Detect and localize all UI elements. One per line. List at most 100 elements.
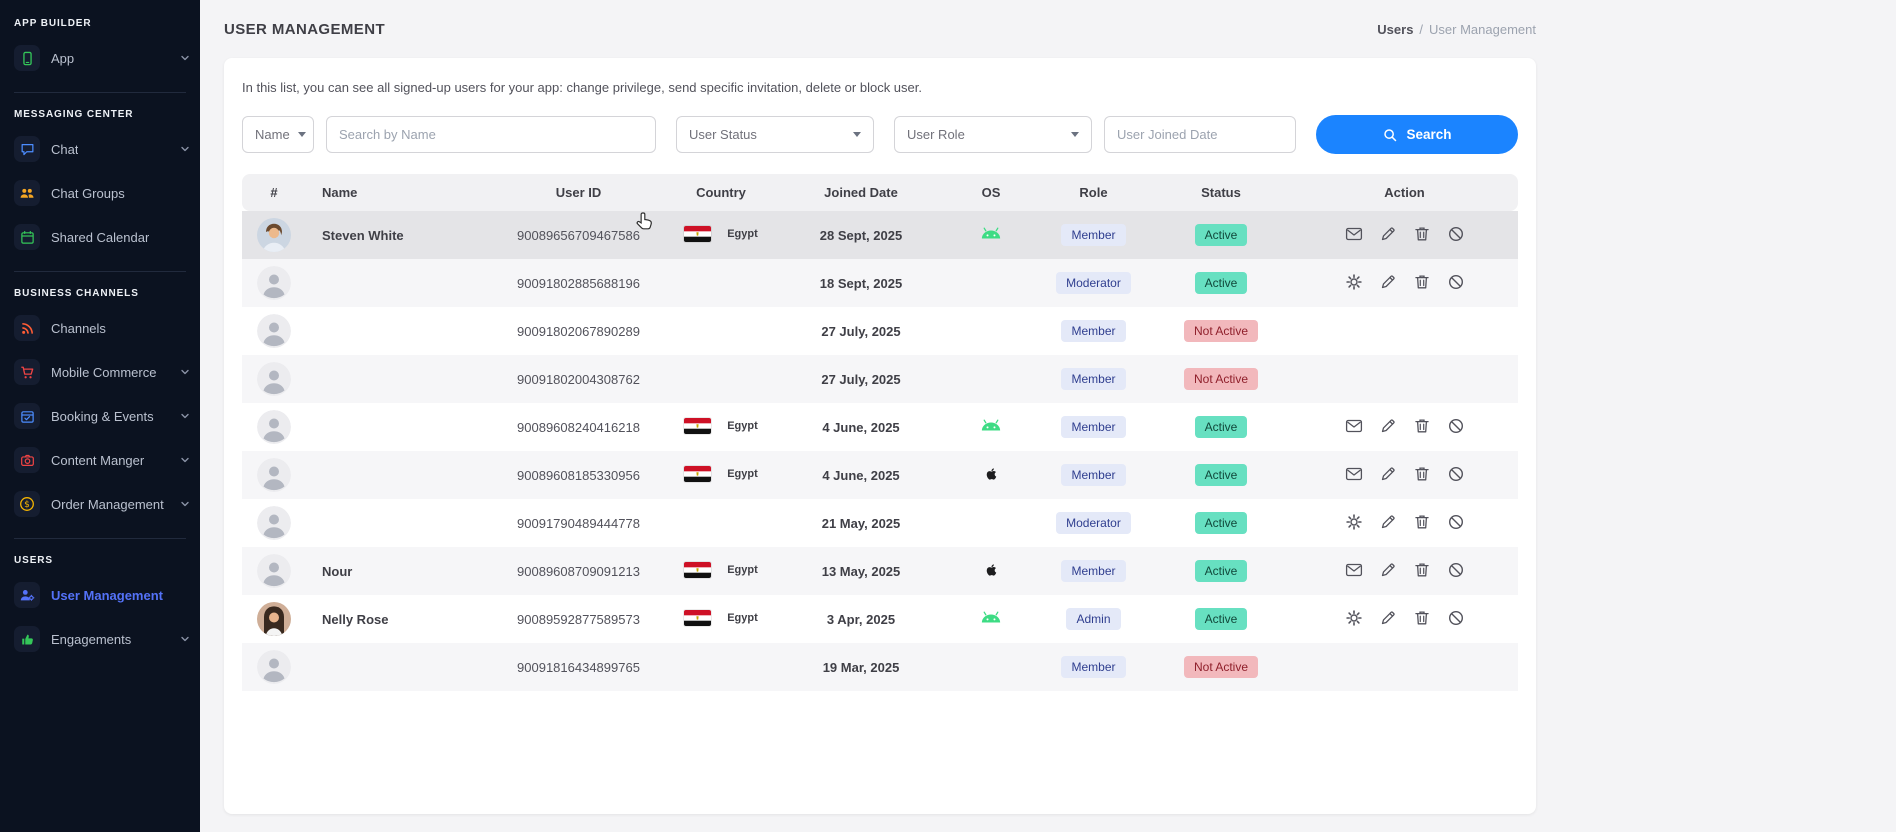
sidebar-item-chat-groups[interactable]: Chat Groups	[0, 171, 200, 215]
name-filter-select[interactable]: Name	[242, 116, 314, 153]
settings-button[interactable]	[1345, 609, 1363, 627]
block-button[interactable]	[1447, 609, 1465, 627]
block-button[interactable]	[1447, 561, 1465, 579]
sidebar-item-user-management[interactable]: User Management	[0, 573, 200, 617]
trash-button[interactable]	[1413, 225, 1431, 243]
users-icon	[14, 180, 40, 206]
main-content: USER MANAGEMENT Users/User Management In…	[200, 0, 1896, 832]
sidebar-item-mobile-commerce[interactable]: Mobile Commerce	[0, 350, 200, 394]
trash-button[interactable]	[1413, 513, 1431, 531]
table-row[interactable]: 9009180200430876227 July, 2025MemberNot …	[242, 355, 1518, 403]
sidebar: APP BUILDERAppMESSAGING CENTERChatChat G…	[0, 0, 200, 832]
chevron-down-icon	[180, 144, 190, 154]
sidebar-item-chat[interactable]: Chat	[0, 127, 200, 171]
table-row[interactable]: Nelly Rose90089592877589573Egypt3 Apr, 2…	[242, 595, 1518, 643]
search-button[interactable]: Search	[1316, 115, 1518, 154]
table-row[interactable]: 9009181643489976519 Mar, 2025MemberNot A…	[242, 643, 1518, 691]
sidebar-divider	[14, 271, 186, 272]
breadcrumb-current: User Management	[1429, 22, 1536, 37]
column-header-status: Status	[1151, 174, 1291, 211]
sidebar-item-label: Shared Calendar	[51, 230, 149, 245]
user-joined-date-input[interactable]	[1104, 116, 1296, 153]
sidebar-item-app[interactable]: App	[0, 36, 200, 80]
edit-button[interactable]	[1379, 417, 1397, 435]
sidebar-item-booking-events[interactable]: Booking & Events	[0, 394, 200, 438]
sidebar-item-label: Content Manger	[51, 453, 144, 468]
block-button[interactable]	[1447, 513, 1465, 531]
mail-button[interactable]	[1345, 417, 1363, 435]
role-badge: Moderator	[1056, 272, 1131, 294]
edit-button[interactable]	[1379, 465, 1397, 483]
sidebar-item-order-management[interactable]: $Order Management	[0, 482, 200, 526]
male-photo-avatar	[257, 218, 291, 252]
user-name	[306, 355, 491, 403]
edit-button[interactable]	[1379, 609, 1397, 627]
row-actions	[1345, 513, 1465, 531]
settings-button[interactable]	[1345, 513, 1363, 531]
mail-button[interactable]	[1345, 225, 1363, 243]
chevron-down-icon	[180, 634, 190, 644]
edit-button[interactable]	[1379, 273, 1397, 291]
chevron-down-icon	[180, 455, 190, 465]
placeholder-avatar	[257, 554, 291, 588]
trash-button[interactable]	[1413, 273, 1431, 291]
breadcrumb-users[interactable]: Users	[1377, 22, 1413, 37]
block-button[interactable]	[1447, 273, 1465, 291]
trash-button[interactable]	[1413, 561, 1431, 579]
user-id: 90091802885688196	[491, 259, 666, 307]
user-name	[306, 499, 491, 547]
row-actions	[1345, 561, 1465, 579]
svg-text:$: $	[24, 500, 30, 510]
trash-button[interactable]	[1413, 465, 1431, 483]
sidebar-item-label: User Management	[51, 588, 163, 603]
card-description: In this list, you can see all signed-up …	[242, 80, 1518, 95]
user-id: 90091802067890289	[491, 307, 666, 355]
status-badge: Active	[1195, 224, 1248, 246]
sidebar-item-channels[interactable]: Channels	[0, 306, 200, 350]
edit-button[interactable]	[1379, 561, 1397, 579]
mail-button[interactable]	[1345, 465, 1363, 483]
joined-date: 27 July, 2025	[776, 355, 946, 403]
role-badge: Admin	[1066, 608, 1120, 630]
sidebar-item-engagements[interactable]: Engagements	[0, 617, 200, 661]
sidebar-section-label-app-builder: APP BUILDER	[0, 6, 200, 36]
user-id: 90091816434899765	[491, 643, 666, 691]
block-button[interactable]	[1447, 225, 1465, 243]
search-by-name-input[interactable]	[326, 116, 656, 153]
search-icon	[1382, 127, 1398, 143]
table-row[interactable]: Steven White90089656709467586Egypt28 Sep…	[242, 211, 1518, 259]
settings-button[interactable]	[1345, 273, 1363, 291]
user-id: 90089608240416218	[491, 403, 666, 451]
edit-button[interactable]	[1379, 225, 1397, 243]
user-status-select[interactable]: User Status	[676, 116, 874, 153]
user-id: 90089656709467586	[491, 211, 666, 259]
chevron-down-icon	[180, 411, 190, 421]
column-header-user-id: User ID	[491, 174, 666, 211]
block-button[interactable]	[1447, 465, 1465, 483]
sidebar-item-label: Chat	[51, 142, 78, 157]
sidebar-item-shared-calendar[interactable]: Shared Calendar	[0, 215, 200, 259]
table-row[interactable]: 90089608185330956Egypt4 June, 2025Member…	[242, 451, 1518, 499]
user-role-select[interactable]: User Role	[894, 116, 1092, 153]
sidebar-item-content-manger[interactable]: Content Manger	[0, 438, 200, 482]
trash-button[interactable]	[1413, 417, 1431, 435]
edit-button[interactable]	[1379, 513, 1397, 531]
user-name	[306, 259, 491, 307]
sidebar-item-label: Mobile Commerce	[51, 365, 156, 380]
trash-button[interactable]	[1413, 609, 1431, 627]
table-row[interactable]: Nour90089608709091213Egypt13 May, 2025Me…	[242, 547, 1518, 595]
chevron-down-icon	[180, 367, 190, 377]
page-title: USER MANAGEMENT	[224, 21, 385, 38]
table-row[interactable]: 9009180206789028927 July, 2025MemberNot …	[242, 307, 1518, 355]
table-row[interactable]: 9009180288568819618 Sept, 2025ModeratorA…	[242, 259, 1518, 307]
user-management-card: In this list, you can see all signed-up …	[224, 58, 1536, 814]
breadcrumb: Users/User Management	[1377, 22, 1536, 37]
table-row[interactable]: 90089608240416218Egypt4 June, 2025Member…	[242, 403, 1518, 451]
chevron-down-icon	[180, 499, 190, 509]
mail-button[interactable]	[1345, 561, 1363, 579]
block-button[interactable]	[1447, 417, 1465, 435]
table-row[interactable]: 9009179048944477821 May, 2025ModeratorAc…	[242, 499, 1518, 547]
status-badge: Active	[1195, 608, 1248, 630]
column-header-joined-date: Joined Date	[776, 174, 946, 211]
user-name	[306, 307, 491, 355]
